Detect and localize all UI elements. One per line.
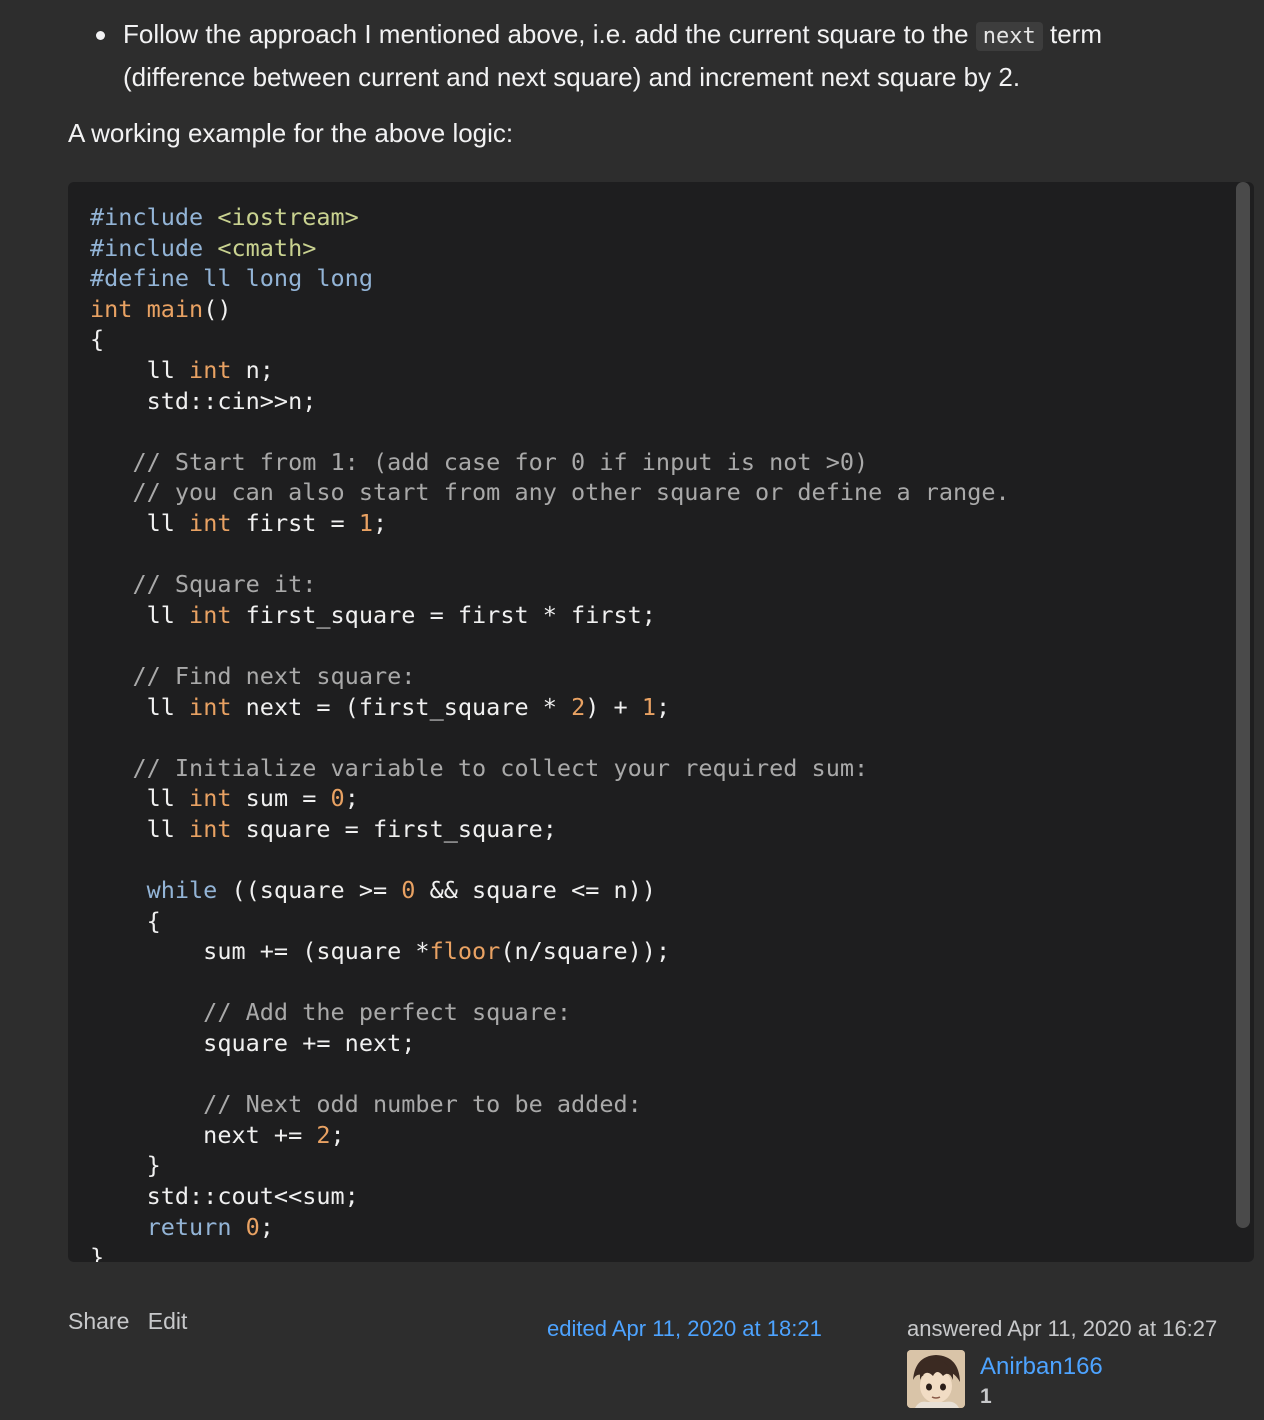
edited-timestamp-link[interactable]: edited Apr 11, 2020 at 18:21 xyxy=(547,1316,822,1342)
code-block[interactable]: #include <iostream> #include <cmath> #de… xyxy=(68,182,1254,1262)
bullet-dot-icon xyxy=(96,31,105,40)
list-item-text: Follow the approach I mentioned above, i… xyxy=(123,19,1102,92)
intro-text: A working example for the above logic: xyxy=(68,118,514,148)
post-actions: Share Edit xyxy=(68,1308,199,1335)
edit-link[interactable]: Edit xyxy=(148,1308,188,1334)
code-content: #include <iostream> #include <cmath> #de… xyxy=(90,203,1010,1262)
avatar-image-icon xyxy=(907,1350,965,1408)
code-scrollbar[interactable] xyxy=(1236,182,1250,1228)
reputation-score: 1 xyxy=(980,1385,992,1408)
answered-timestamp: answered Apr 11, 2020 at 16:27 xyxy=(907,1316,1218,1341)
list-item: Follow the approach I mentioned above, i… xyxy=(96,14,1216,97)
share-link[interactable]: Share xyxy=(68,1308,129,1334)
inline-code: next xyxy=(975,22,1043,51)
avatar[interactable] xyxy=(907,1350,965,1408)
user-profile-link[interactable]: Anirban166 xyxy=(980,1353,1103,1381)
